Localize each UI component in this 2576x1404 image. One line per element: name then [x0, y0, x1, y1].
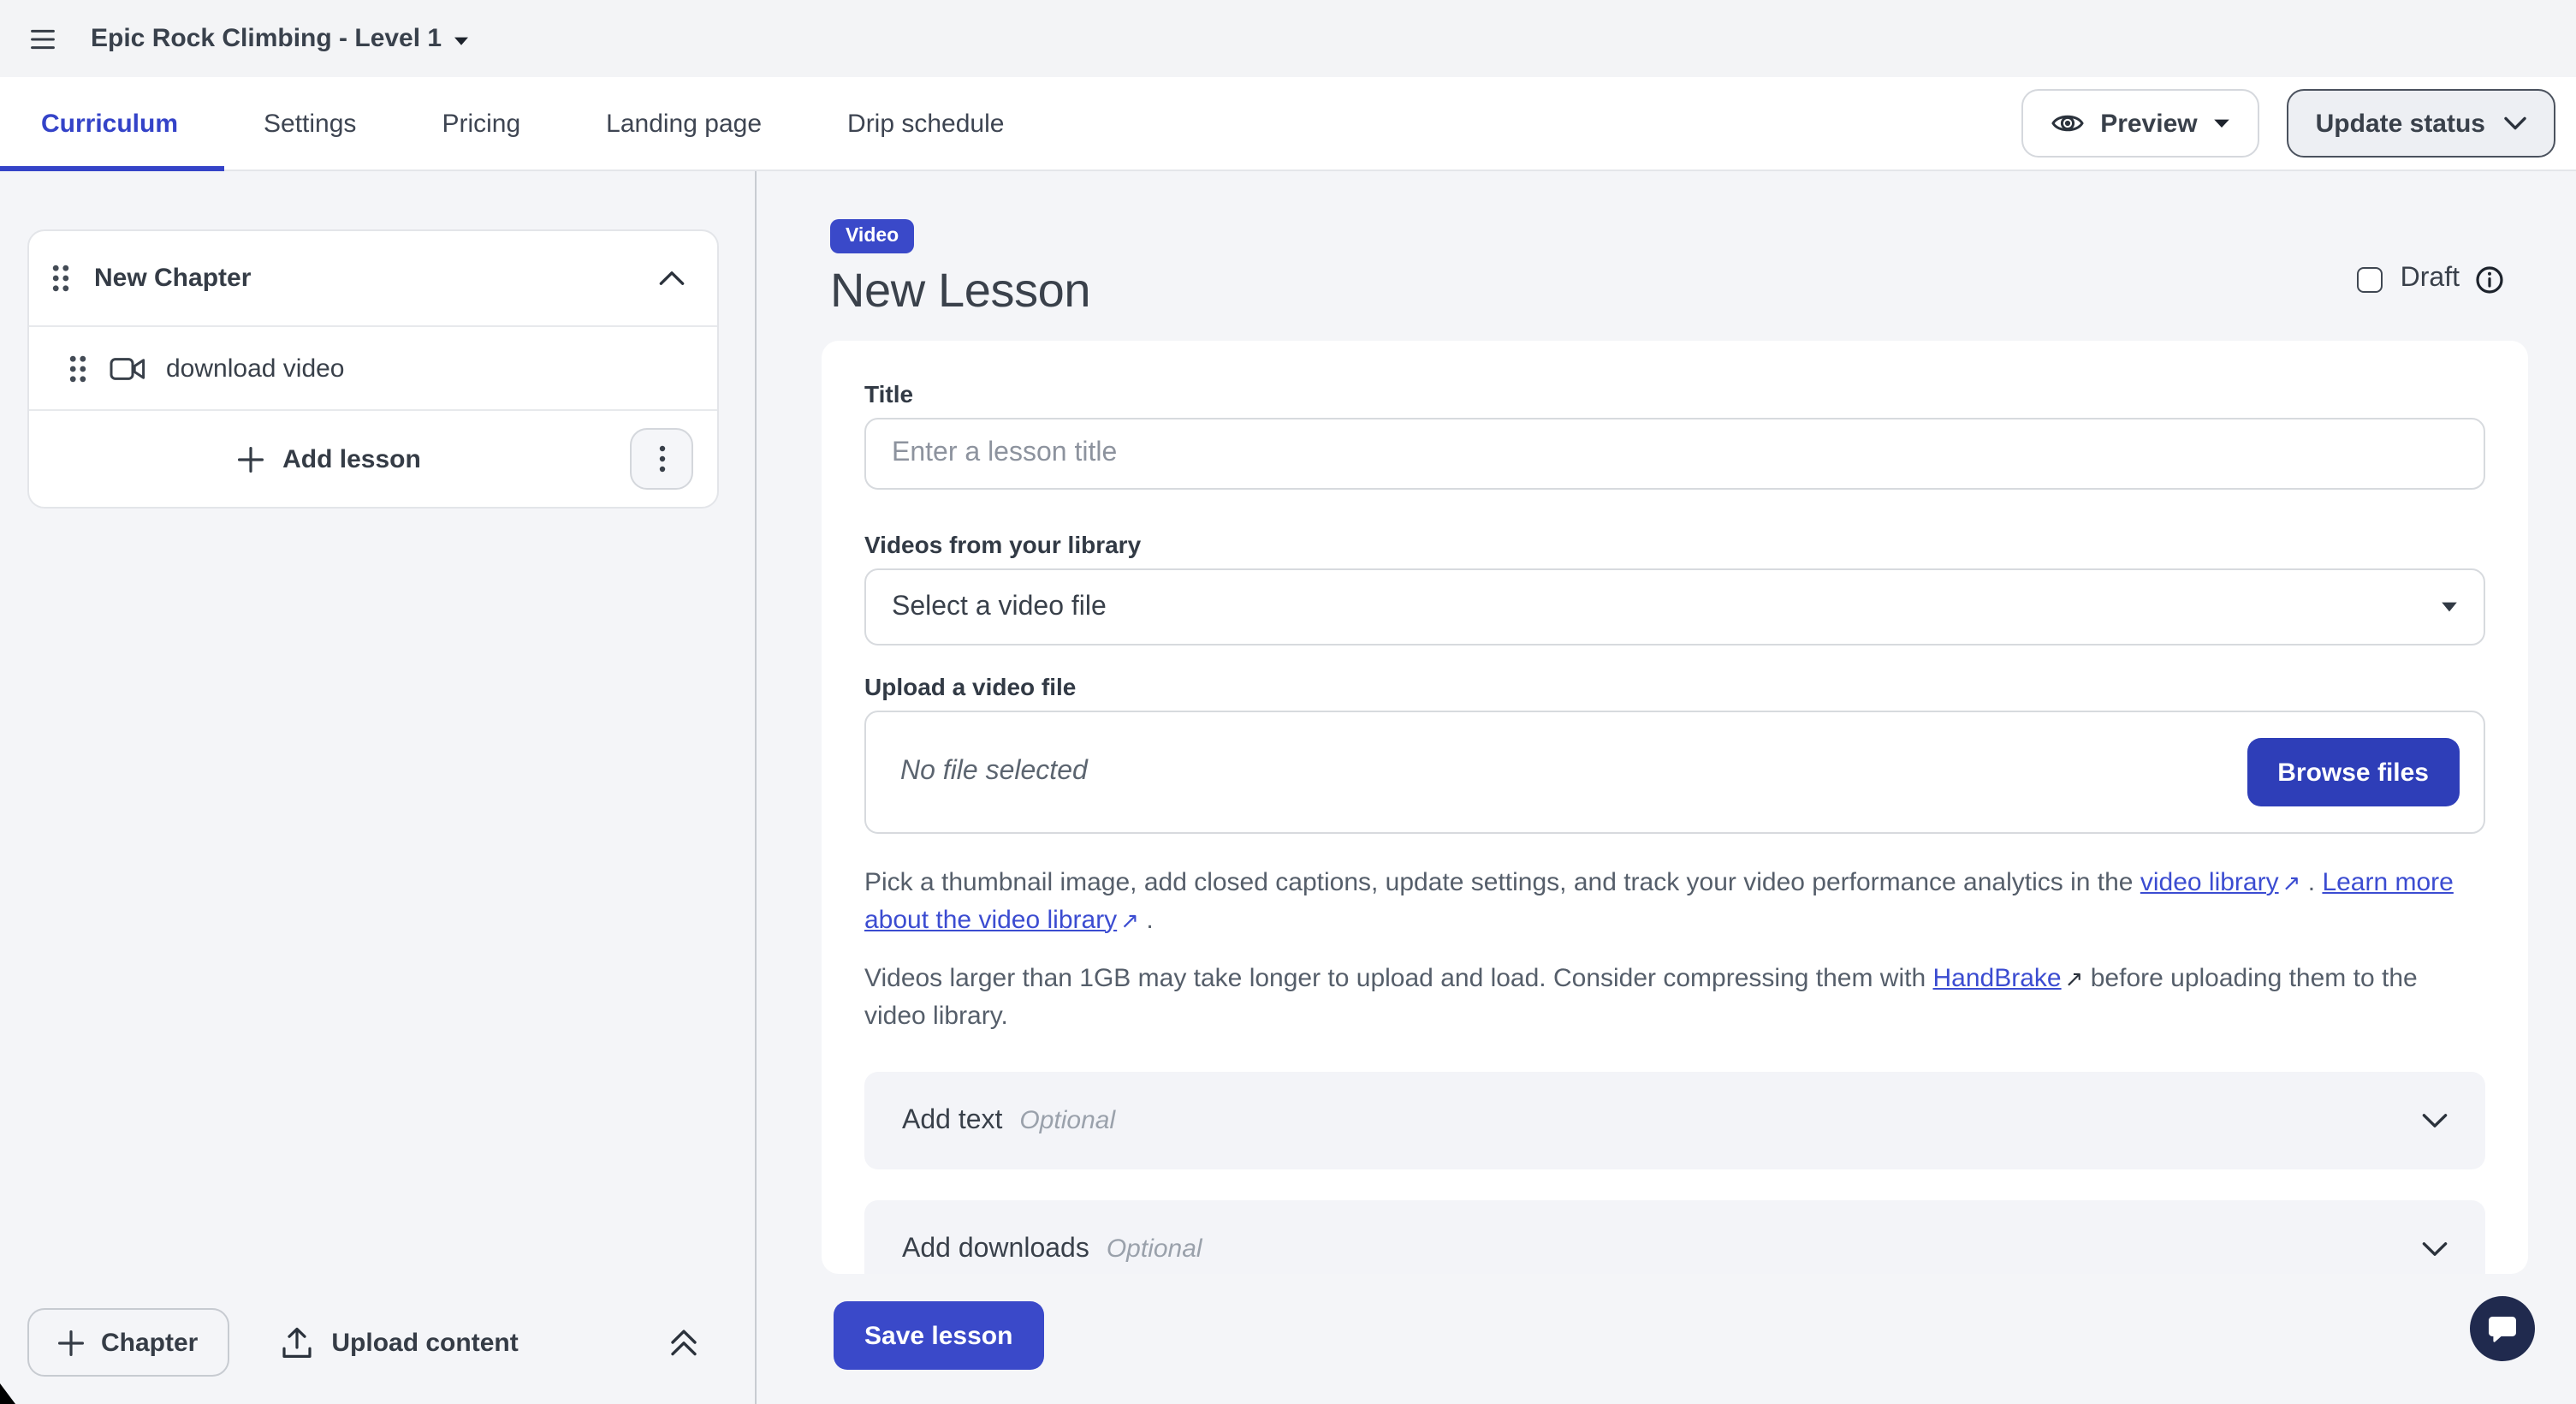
tabbar: Curriculum Settings Pricing Landing page…	[0, 77, 2576, 171]
lesson-header-left: Video New Lesson	[830, 219, 1090, 318]
upload-content-label: Upload content	[331, 1328, 518, 1357]
plus-icon	[58, 1330, 84, 1355]
upload-video-label: Upload a video file	[864, 673, 2485, 702]
draft-toggle-row: Draft	[2358, 264, 2504, 294]
lesson-type-badge: Video	[830, 219, 914, 253]
chat-icon	[2485, 1312, 2520, 1346]
add-text-section[interactable]: Add text Optional	[864, 1072, 2485, 1169]
video-library-help-text: Pick a thumbnail image, add closed capti…	[864, 865, 2485, 938]
info-icon[interactable]	[2475, 265, 2504, 294]
caret-down-icon	[2213, 118, 2230, 128]
content: New Chapter download video Add lesson	[0, 171, 2576, 1404]
handbrake-link[interactable]: HandBrake	[1933, 964, 2062, 993]
lesson-title-input[interactable]	[864, 418, 2485, 490]
tab-settings[interactable]: Settings	[264, 109, 356, 138]
add-chapter-button[interactable]: Chapter	[27, 1308, 229, 1377]
collapse-all-icon[interactable]	[669, 1327, 698, 1358]
tab-drip-schedule[interactable]: Drip schedule	[847, 109, 1004, 138]
eye-icon	[2051, 106, 2085, 140]
sidebar-bottom-bar: Chapter Upload content	[0, 1281, 755, 1404]
chapter-footer: Add lesson	[29, 411, 717, 507]
external-link-icon: ↗	[2062, 966, 2084, 991]
chevron-up-icon[interactable]	[659, 271, 685, 286]
optional-label: Optional	[1107, 1234, 1202, 1264]
external-link-icon: ↗	[2279, 870, 2301, 895]
video-library-select-value: Select a video file	[892, 592, 1107, 622]
update-status-button[interactable]: Update status	[2287, 89, 2555, 158]
compression-help-text: Videos larger than 1GB may take longer t…	[864, 961, 2485, 1034]
plus-icon	[238, 446, 264, 472]
topbar: Epic Rock Climbing - Level 1	[0, 0, 2576, 77]
lesson-header: Video New Lesson Draft	[822, 219, 2528, 318]
save-lesson-button[interactable]: Save lesson	[834, 1301, 1043, 1370]
chapter-card: New Chapter download video Add lesson	[27, 229, 719, 509]
course-title: Epic Rock Climbing - Level 1	[91, 24, 442, 53]
lesson-editor: Video New Lesson Draft Title Videos from…	[757, 171, 2576, 1404]
video-library-select[interactable]: Select a video file	[864, 568, 2485, 645]
chapter-header[interactable]: New Chapter	[29, 231, 717, 327]
drag-handle-icon[interactable]	[51, 264, 70, 293]
upload-icon	[280, 1326, 312, 1359]
hamburger-menu-icon[interactable]	[31, 28, 55, 49]
course-switcher[interactable]: Epic Rock Climbing - Level 1	[91, 24, 469, 53]
chapter-menu-button[interactable]	[630, 428, 693, 490]
tabbar-actions: Preview Update status	[2021, 89, 2555, 158]
update-status-label: Update status	[2316, 109, 2485, 138]
add-lesson-button[interactable]: Add lesson	[29, 411, 630, 507]
select-caret-icon	[2441, 601, 2458, 613]
caret-down-icon	[454, 35, 469, 45]
tab-pricing[interactable]: Pricing	[442, 109, 520, 138]
drag-handle-icon[interactable]	[68, 354, 87, 383]
chevron-down-icon	[2504, 116, 2526, 130]
video-camera-icon	[110, 355, 145, 381]
lesson-form-card: Title Videos from your library Select a …	[822, 341, 2528, 1274]
lesson-row[interactable]: download video	[29, 327, 717, 411]
upload-content-button[interactable]: Upload content	[280, 1326, 518, 1359]
page-title: New Lesson	[830, 264, 1090, 318]
video-library-link[interactable]: video library	[2140, 868, 2279, 897]
preview-button[interactable]: Preview	[2021, 89, 2258, 158]
kebab-icon	[658, 445, 665, 473]
draft-checkbox[interactable]	[2358, 266, 2383, 292]
video-library-label: Videos from your library	[864, 531, 2485, 560]
optional-label: Optional	[1019, 1106, 1115, 1135]
add-downloads-section[interactable]: Add downloads Optional	[864, 1200, 2485, 1274]
chapter-title: New Chapter	[94, 264, 251, 293]
course-builder-app: Epic Rock Climbing - Level 1 Curriculum …	[0, 0, 2576, 1404]
lesson-title: download video	[166, 354, 345, 383]
add-text-label: Add text	[902, 1105, 1002, 1136]
preview-label: Preview	[2100, 109, 2197, 138]
external-link-icon: ↗	[1117, 907, 1139, 932]
no-file-text: No file selected	[900, 757, 1088, 788]
curriculum-sidebar: New Chapter download video Add lesson	[0, 171, 757, 1404]
add-lesson-label: Add lesson	[282, 444, 421, 473]
chevron-down-icon	[2422, 1241, 2448, 1257]
add-downloads-label: Add downloads	[902, 1234, 1089, 1264]
browse-files-button[interactable]: Browse files	[2247, 738, 2460, 806]
chat-widget-button[interactable]	[2470, 1296, 2535, 1361]
title-label: Title	[864, 380, 2485, 409]
add-chapter-label: Chapter	[101, 1328, 198, 1357]
tab-landing-page[interactable]: Landing page	[606, 109, 762, 138]
draft-label: Draft	[2401, 264, 2460, 294]
chevron-down-icon	[2422, 1113, 2448, 1128]
tab-curriculum[interactable]: Curriculum	[41, 109, 178, 138]
tabs: Curriculum Settings Pricing Landing page…	[41, 109, 1004, 138]
file-upload-box: No file selected Browse files	[864, 711, 2485, 834]
